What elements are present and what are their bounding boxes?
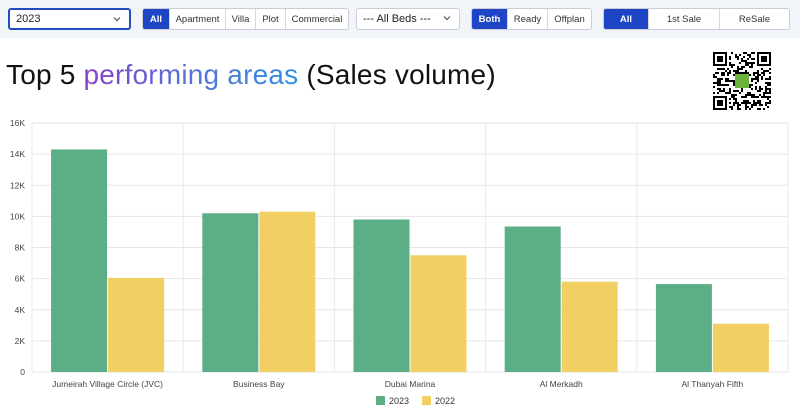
property-type-option[interactable]: Villa	[225, 9, 255, 29]
status-option[interactable]: Ready	[507, 9, 547, 29]
x-tick-label: Al Merkadh	[540, 379, 583, 389]
x-tick-label: Business Bay	[233, 379, 285, 389]
property-type-option[interactable]: Commercial	[285, 9, 348, 29]
y-tick-label: 10K	[10, 211, 25, 221]
title-part-2: (Sales volume)	[298, 59, 496, 90]
page-title: Top 5 performing areas (Sales volume)	[6, 58, 496, 92]
legend-swatch	[376, 396, 385, 405]
bar-2023[interactable]	[51, 149, 108, 372]
x-tick-label: Al Thanyah Fifth	[682, 379, 744, 389]
beds-select[interactable]: --- All Beds ---	[356, 8, 460, 30]
bar-2022[interactable]	[410, 255, 467, 372]
chevron-down-icon	[443, 16, 451, 21]
sale-type-option[interactable]: 1st Sale	[648, 9, 719, 29]
y-tick-label: 8K	[15, 243, 26, 253]
bar-2023[interactable]	[353, 219, 410, 372]
bar-2022[interactable]	[561, 281, 618, 372]
x-tick-label: Jumeirah Village Circle (JVC)	[52, 379, 163, 389]
property-type-toggle: All Apartment Villa Plot Commercial	[142, 8, 349, 30]
y-tick-label: 14K	[10, 149, 25, 159]
y-axis-ticks: 0 2K 4K 6K 8K 10K 12K 14K 16K	[10, 118, 25, 377]
status-toggle: Both Ready Offplan	[471, 8, 592, 30]
bar-2023[interactable]	[504, 226, 561, 372]
y-tick-label: 12K	[10, 180, 25, 190]
property-type-option[interactable]: Plot	[255, 9, 285, 29]
bar-2022[interactable]	[259, 211, 316, 372]
sale-type-option[interactable]: ReSale	[719, 9, 789, 29]
bar-chart: 0 2K 4K 6K 8K 10K 12K 14K 16K Jumeirah Village C…	[10, 118, 789, 406]
status-option[interactable]: Offplan	[547, 9, 591, 29]
x-tick-label: Dubai Marina	[385, 379, 436, 389]
property-type-option[interactable]: All	[143, 9, 169, 29]
title-highlight: performing areas	[83, 59, 299, 90]
y-tick-label: 2K	[15, 336, 26, 346]
sale-type-toggle: All 1st Sale ReSale	[603, 8, 790, 30]
chart-legend: 2023 2022	[376, 396, 455, 406]
legend-label[interactable]: 2023	[389, 396, 409, 406]
bar-2023[interactable]	[202, 213, 259, 372]
legend-label[interactable]: 2022	[435, 396, 455, 406]
property-type-option[interactable]: Apartment	[169, 9, 225, 29]
chevron-down-icon	[113, 17, 121, 22]
x-axis-labels: Jumeirah Village Circle (JVC) Business Ba…	[52, 379, 743, 389]
year-select[interactable]: 2023	[8, 8, 131, 30]
y-tick-label: 16K	[10, 118, 25, 128]
y-tick-label: 6K	[15, 274, 26, 284]
sale-type-option[interactable]: All	[604, 9, 648, 29]
qr-code-icon	[713, 52, 771, 110]
filter-bar: 2023 All Apartment Villa Plot Commercial…	[0, 0, 800, 38]
title-part-1: Top 5	[6, 59, 84, 90]
bar-2022[interactable]	[712, 323, 769, 372]
beds-select-value: --- All Beds ---	[363, 13, 431, 25]
y-tick-label: 4K	[15, 305, 26, 315]
chart-bars	[51, 149, 769, 372]
y-tick-label: 0	[20, 367, 25, 377]
bar-2022[interactable]	[108, 277, 165, 372]
year-select-value: 2023	[16, 13, 41, 25]
status-option[interactable]: Both	[472, 9, 507, 29]
bar-2023[interactable]	[655, 284, 712, 372]
legend-swatch	[422, 396, 431, 405]
